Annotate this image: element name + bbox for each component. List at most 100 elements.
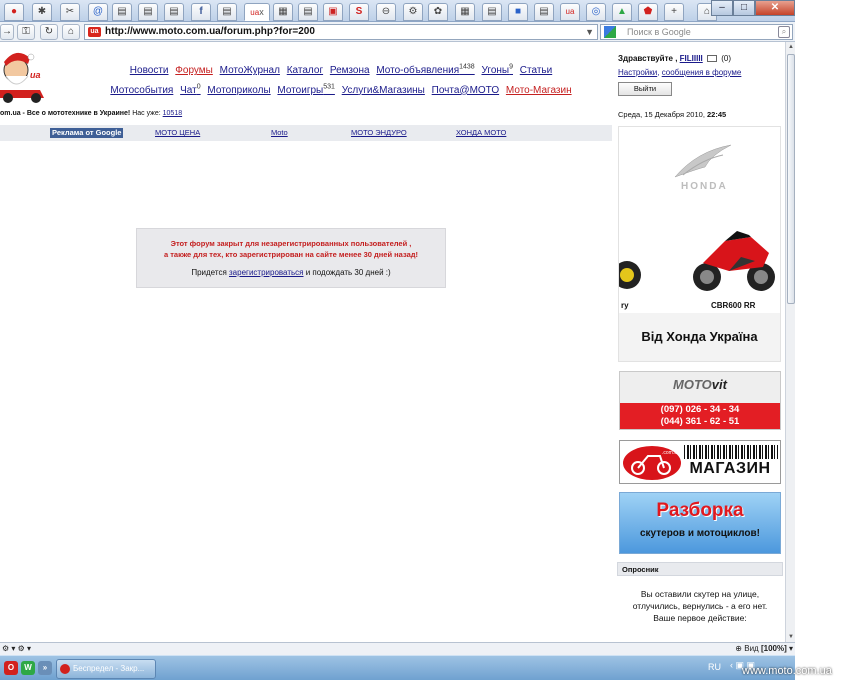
menu-thefts[interactable]: Угоны9	[481, 64, 513, 76]
zoom-control[interactable]: ⊕ Вид [100%] ▾	[735, 643, 793, 655]
menu-shop[interactable]: Мото-Магазин	[506, 85, 572, 96]
chevron-down-icon[interactable]: ▼	[585, 25, 594, 39]
tab-8[interactable]: f	[191, 3, 211, 21]
google-icon[interactable]	[604, 26, 616, 38]
tab-13[interactable]: ▣	[323, 3, 343, 21]
taskbar-opera-task[interactable]: Беспредел - Закр...	[56, 659, 156, 679]
tab-opera[interactable]: ●	[4, 3, 24, 21]
tab-3[interactable]: ✂	[60, 3, 80, 21]
menu-moto-ads[interactable]: Мото-объявления1438	[376, 64, 475, 76]
menu-games[interactable]: Мотоигры531	[277, 83, 334, 95]
tab-9[interactable]: ▤	[217, 3, 237, 21]
ad-link-moto-enduro[interactable]: МОТО ЭНДУРО	[351, 125, 407, 141]
app-taskbar-icon[interactable]: W	[21, 661, 35, 675]
honda-wing-logo: HONDA	[674, 144, 732, 191]
address-bar[interactable]: ua http://www.moto.com.ua/forum.php?for=…	[84, 24, 598, 40]
maximize-button[interactable]: □	[733, 0, 755, 16]
tab-16[interactable]: ⚙	[403, 3, 423, 21]
message-count: (0)	[721, 54, 732, 63]
tab-12[interactable]: ▤	[298, 3, 318, 21]
ad-link-moto-price[interactable]: МОТО ЦЕНА	[155, 125, 200, 141]
page-icon: ▤	[487, 6, 497, 17]
tab-17[interactable]: ✿	[428, 3, 448, 21]
minimize-button[interactable]: –	[711, 0, 733, 16]
greeting-text: Здравствуйте ,	[618, 54, 678, 63]
envelope-icon[interactable]	[707, 55, 717, 63]
tab-20[interactable]: ■	[508, 3, 528, 21]
tab-4[interactable]: @	[88, 3, 108, 21]
menu-chat-label: Чат	[180, 84, 197, 96]
menu-forums[interactable]: Форумы	[175, 65, 213, 76]
menu-remzona[interactable]: Ремзона	[330, 65, 370, 76]
tab-15[interactable]: ⊖	[376, 3, 396, 21]
tab-22[interactable]: ua	[560, 3, 580, 21]
home-button[interactable]: ⌂	[62, 24, 80, 40]
tab-24[interactable]: ▲	[612, 3, 632, 21]
site-logo[interactable]: ua	[0, 48, 48, 104]
language-indicator[interactable]: RU	[708, 662, 721, 672]
close-tab-icon[interactable]: x	[259, 7, 264, 17]
status-icons[interactable]: ⚙ ▾ ⚙ ▾	[2, 643, 31, 655]
ad-link-honda-moto[interactable]: ХОНДА МОТО	[456, 125, 506, 141]
close-window-button[interactable]: ✕	[755, 0, 795, 16]
username-link[interactable]: FILIIIII	[680, 54, 703, 63]
menu-articles[interactable]: Статьи	[520, 65, 552, 76]
menu-jokes[interactable]: Мотоприколы	[207, 85, 270, 96]
register-link[interactable]: зарегистрироваться	[229, 268, 303, 277]
logout-button[interactable]: Выйти	[618, 82, 672, 96]
zoom-label: Вид	[744, 644, 759, 653]
opera-taskbar-icon[interactable]: O	[4, 661, 18, 675]
menu-news[interactable]: Новости	[130, 65, 169, 76]
ad-link-moto[interactable]: Moto	[271, 125, 288, 141]
menu-chat[interactable]: Чат0	[180, 83, 201, 96]
home-icon: ⌂	[703, 6, 711, 17]
menu-mail[interactable]: Почта@МОТО	[432, 85, 499, 96]
tab-18[interactable]: ▦	[455, 3, 475, 21]
tab-19[interactable]: ▤	[482, 3, 502, 21]
reload-button[interactable]: ↻	[40, 24, 58, 40]
opera-icon	[60, 664, 70, 674]
menu-events[interactable]: Мотособытия	[110, 85, 173, 96]
settings-link[interactable]: Настройки	[618, 68, 657, 77]
tab-6[interactable]: ▤	[138, 3, 158, 21]
scroll-thumb[interactable]	[787, 54, 795, 304]
opera-icon: ●	[10, 6, 18, 17]
motosvit-banner[interactable]: MOTOvit MOTOSVIT.COM (097) 026 - 34 - 34…	[619, 371, 781, 430]
poll-question: Вы оставили скутер на улице, отлучились,…	[632, 589, 768, 623]
razborka-banner[interactable]: Разборка скутеров и мотоциклов!	[619, 492, 781, 554]
back-button[interactable]: →	[0, 24, 14, 40]
users-count-link[interactable]: 10518	[163, 110, 182, 117]
tab-26[interactable]: +	[664, 3, 684, 21]
menu-services[interactable]: Услуги&Магазины	[342, 85, 425, 96]
key-button[interactable]: ⚿	[17, 24, 35, 40]
search-icon[interactable]: ⌕	[778, 26, 790, 38]
tab-21[interactable]: ▤	[534, 3, 554, 21]
moto-shop-logo: .com.ua	[623, 446, 681, 480]
tab-23[interactable]: ◎	[586, 3, 606, 21]
vertical-scrollbar[interactable]: ▲ ▼	[785, 42, 795, 642]
tab-2[interactable]: ✱	[32, 3, 52, 21]
menu-catalog[interactable]: Каталог	[287, 65, 323, 76]
shop-logo-text: .com.ua	[662, 450, 680, 456]
watermark: www.moto.com.ua	[742, 665, 832, 677]
moto-ads-count: 1438	[459, 64, 475, 71]
forum-messages-link[interactable]: сообщения в форуме	[662, 68, 742, 77]
tab-7[interactable]: ▤	[164, 3, 184, 21]
menu-motojournal[interactable]: МотоЖурнал	[220, 65, 280, 76]
tagline-text: om.ua - Все о мототехнике в Украине!	[0, 110, 131, 117]
tab-25[interactable]: ⬟	[638, 3, 658, 21]
site-tagline: om.ua - Все о мототехнике в Украине! Нас…	[0, 110, 182, 117]
tab-5[interactable]: ▤	[112, 3, 132, 21]
tab-14[interactable]: S	[349, 3, 369, 21]
motosvit-logo: MOTOvit MOTOSVIT.COM	[620, 372, 780, 410]
moto-favicon-icon: ua	[250, 8, 260, 17]
magazin-banner[interactable]: .com.ua МАГАЗИН	[619, 440, 781, 484]
tab-active[interactable]: uax	[244, 3, 270, 21]
tab-11[interactable]: ▦	[273, 3, 293, 21]
honda-banner[interactable]: HONDA ry CBR600 RR Від Хонда Україна	[618, 126, 781, 362]
search-input[interactable]: Поиск в Google ⌕	[600, 24, 793, 40]
zoom-value: [100%]	[760, 644, 787, 653]
google-ads-label[interactable]: Реклама от Google	[50, 128, 124, 138]
circle-icon: ⊖	[381, 6, 391, 17]
quicklaunch-icon[interactable]: »	[38, 661, 52, 675]
